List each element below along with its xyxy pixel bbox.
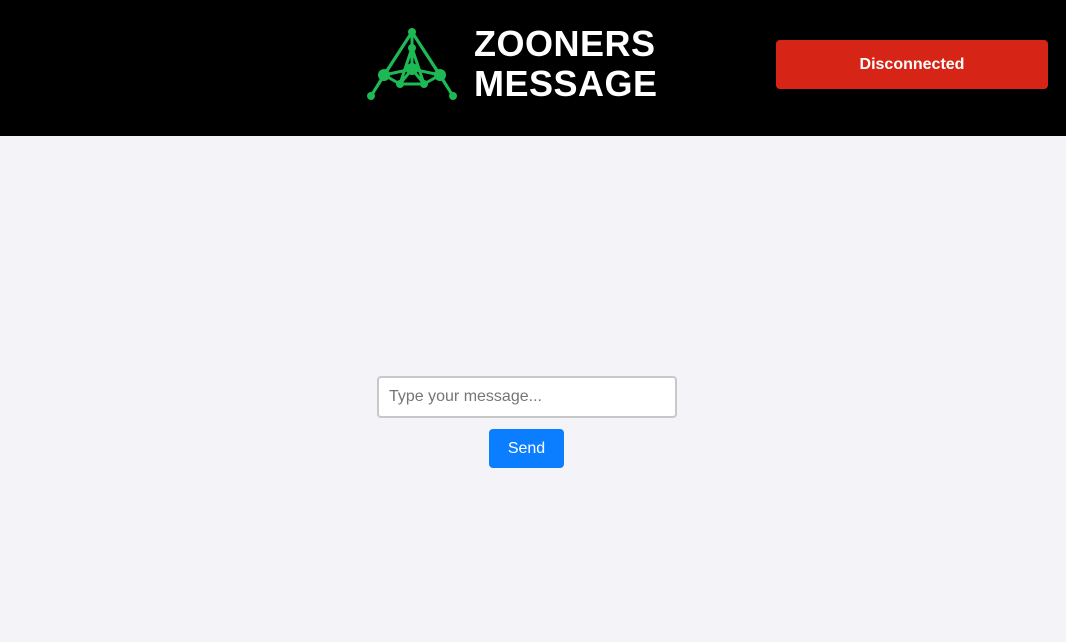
network-triangle-icon bbox=[367, 28, 457, 100]
connection-status-button[interactable]: Disconnected bbox=[776, 40, 1048, 89]
brand: ZOONERS MESSAGE bbox=[366, 24, 658, 104]
send-button[interactable]: Send bbox=[489, 429, 564, 468]
message-input[interactable] bbox=[377, 376, 677, 418]
chat-main: Send bbox=[0, 136, 1066, 642]
app-header: ZOONERS MESSAGE Disconnected bbox=[0, 0, 1066, 136]
brand-title-line-1: ZOONERS bbox=[474, 23, 656, 64]
brand-title: ZOONERS MESSAGE bbox=[474, 24, 658, 104]
brand-title-line-2: MESSAGE bbox=[474, 63, 658, 104]
